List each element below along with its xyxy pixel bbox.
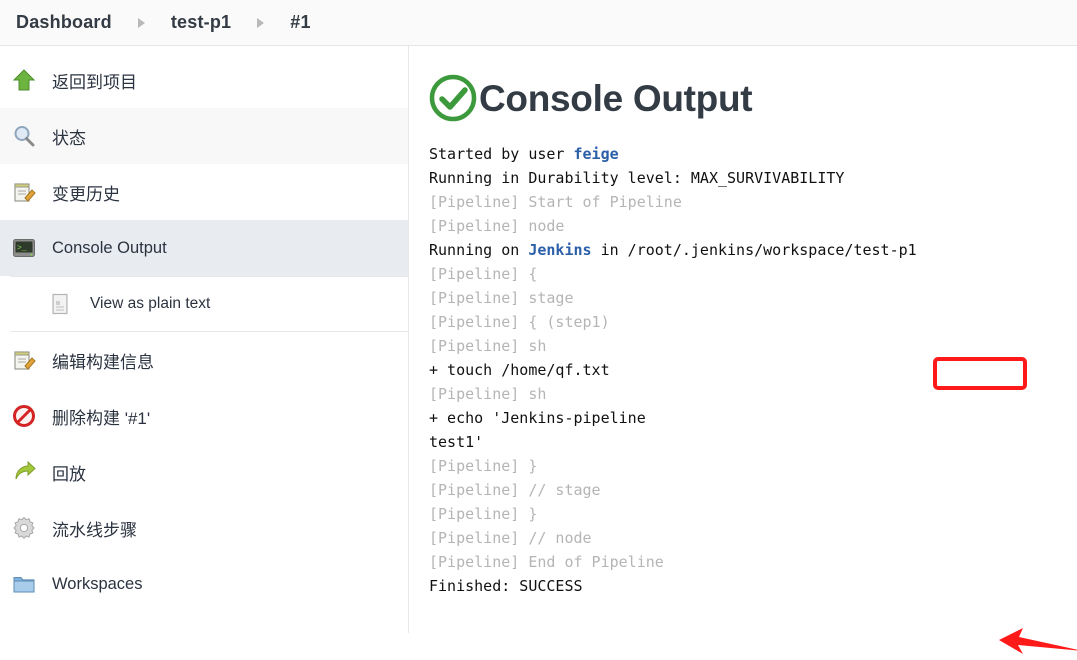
sidebar-item-back-to-project[interactable]: 返回到项目: [0, 52, 408, 108]
notepad-pencil-icon: [10, 178, 38, 206]
console-output-panel: Console Output Started by user feige Runn…: [409, 46, 1077, 654]
annotation-arrow-icon: [999, 628, 1077, 654]
console-log-line: [Pipeline] node: [429, 217, 565, 235]
sidebar: 返回到项目 状态 变更历史 >_ Console Output View as …: [0, 46, 409, 633]
console-log-line: [Pipeline] sh: [429, 337, 547, 355]
sidebar-item-status[interactable]: 状态: [0, 108, 408, 164]
page-title: Console Output: [427, 72, 1077, 124]
green-up-arrow-icon: [10, 66, 38, 94]
no-entry-icon: [10, 402, 38, 430]
page-title-text: Console Output: [479, 77, 753, 119]
console-log: Started by user feige Running in Durabili…: [429, 142, 1077, 598]
sidebar-item-label: 流水线步骤: [52, 520, 137, 540]
console-log-line: [Pipeline] End of Pipeline: [429, 553, 664, 571]
sidebar-item-label: Workspaces: [52, 574, 143, 593]
console-log-line: [Pipeline] }: [429, 457, 538, 475]
console-log-link[interactable]: Jenkins: [528, 241, 591, 259]
console-log-line: Finished: SUCCESS: [429, 577, 583, 595]
breadcrumb-separator-icon: [137, 17, 145, 28]
sidebar-item-label: 返回到项目: [52, 72, 137, 92]
console-log-line: [Pipeline] // stage: [429, 481, 601, 499]
sidebar-item-label: 回放: [52, 464, 86, 484]
console-log-line: [Pipeline] }: [429, 505, 538, 523]
console-log-line: [Pipeline] {: [429, 265, 538, 283]
document-icon: [46, 290, 74, 318]
magnifier-icon: [10, 122, 38, 150]
sidebar-item-view-as-plain-text[interactable]: View as plain text: [10, 276, 408, 332]
breadcrumb-item-build[interactable]: #1: [290, 12, 310, 33]
console-log-line: + echo 'Jenkins-pipeline: [429, 409, 646, 427]
sidebar-item-label: 变更历史: [52, 184, 120, 204]
sidebar-item-edit-build-information[interactable]: 编辑构建信息: [0, 332, 408, 388]
breadcrumb-separator-icon: [257, 17, 265, 28]
sidebar-item-changes[interactable]: 变更历史: [0, 164, 408, 220]
folder-icon: [10, 570, 38, 598]
console-log-line: + touch /home/qf.txt: [429, 361, 610, 379]
console-log-line: [Pipeline] stage: [429, 289, 574, 307]
breadcrumb-item-dashboard[interactable]: Dashboard: [16, 12, 112, 33]
sidebar-item-workspaces[interactable]: Workspaces: [0, 556, 408, 612]
console-log-line: test1': [429, 433, 484, 451]
sidebar-item-label: 删除构建 '#1': [52, 408, 151, 428]
console-log-line: Running on Jenkins in /root/.jenkins/wor…: [429, 241, 917, 259]
console-log-line: [Pipeline] sh: [429, 385, 547, 403]
sidebar-item-label: Console Output: [52, 238, 167, 257]
breadcrumb: Dashboard test-p1 #1: [0, 0, 1077, 46]
console-log-link[interactable]: feige: [574, 145, 619, 163]
sidebar-item-label: 状态: [52, 128, 86, 148]
console-log-line: [Pipeline] // node: [429, 529, 592, 547]
sidebar-item-pipeline-steps[interactable]: 流水线步骤: [0, 500, 408, 556]
sidebar-item-label: View as plain text: [90, 295, 211, 312]
green-redo-arrow-icon: [10, 458, 38, 486]
sidebar-item-label: 编辑构建信息: [52, 352, 154, 372]
sidebar-item-console-output[interactable]: >_ Console Output: [0, 220, 408, 276]
notepad-pencil-icon: [10, 346, 38, 374]
terminal-icon: >_: [10, 234, 38, 262]
console-log-line: [Pipeline] Start of Pipeline: [429, 193, 682, 211]
sidebar-item-replay[interactable]: 回放: [0, 444, 408, 500]
console-log-line: [Pipeline] { (step1): [429, 313, 610, 331]
console-log-line: Running in Durability level: MAX_SURVIVA…: [429, 169, 845, 187]
breadcrumb-item-project[interactable]: test-p1: [171, 12, 231, 33]
gear-icon: [10, 514, 38, 542]
console-log-line: Started by user feige: [429, 145, 619, 163]
svg-text:>_: >_: [17, 244, 27, 253]
sidebar-item-delete-build[interactable]: 删除构建 '#1': [0, 388, 408, 444]
check-circle-icon: [427, 72, 479, 124]
